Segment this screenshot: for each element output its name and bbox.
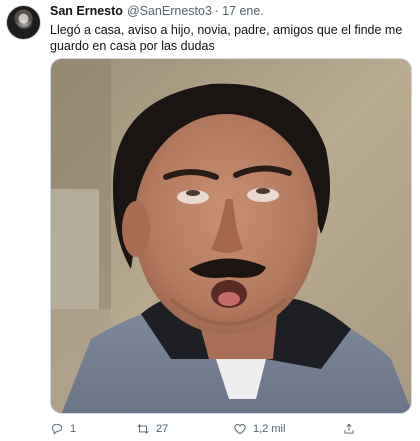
like-action[interactable]: 1,2 mil [233, 422, 285, 436]
share-icon [344, 423, 354, 434]
reply-action[interactable]: 1 [50, 422, 76, 436]
separator-dot: · [214, 4, 220, 18]
tweet-date[interactable]: 17 ene. [222, 4, 264, 18]
author-handle[interactable]: @SanErnesto3 [127, 4, 212, 18]
tweet-header: San Ernesto @SanErnesto3 · 17 ene. [50, 4, 410, 22]
tweet-card: San Ernesto @SanErnesto3 · 17 ene. Llegó… [0, 0, 420, 441]
author-name[interactable]: San Ernesto [50, 4, 123, 18]
reply-count: 1 [70, 423, 77, 435]
reply-icon [51, 423, 63, 435]
tweet-text: Llegó a casa, aviso a hijo, novia, padre… [50, 23, 403, 53]
retweet-count: 27 [156, 423, 169, 435]
retweet-icon [137, 424, 149, 434]
like-icon [234, 424, 246, 435]
like-count: 1,2 mil [253, 423, 286, 435]
meme-photo [51, 59, 411, 413]
tweet-media-image[interactable] [50, 58, 412, 414]
tweet-actions: 1 27 1,2 mil [50, 419, 400, 439]
avatar[interactable] [6, 5, 41, 40]
avatar-highlight [16, 18, 33, 30]
retweet-action[interactable]: 27 [136, 422, 168, 436]
share-action[interactable] [342, 422, 356, 436]
